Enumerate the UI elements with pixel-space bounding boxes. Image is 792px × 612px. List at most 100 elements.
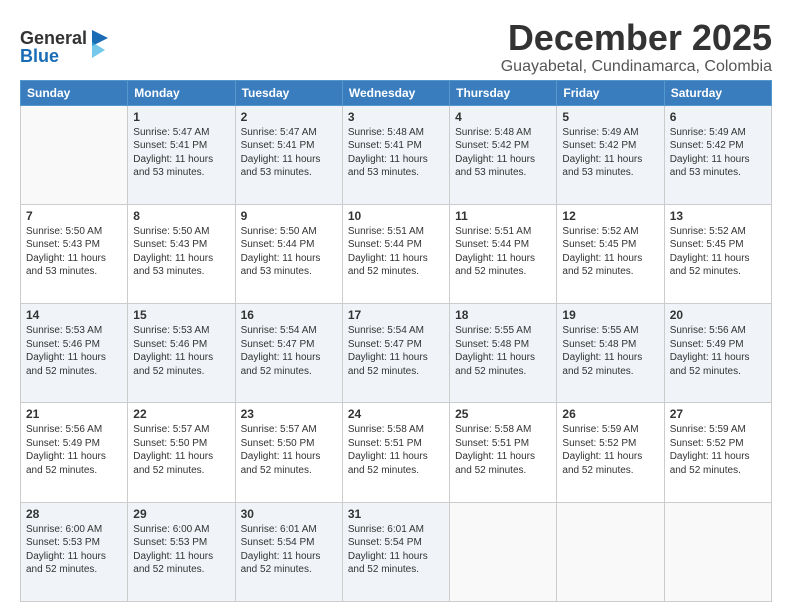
day-info: Sunrise: 5:52 AM Sunset: 5:45 PM Dayligh…	[670, 225, 766, 279]
svg-text:General: General	[20, 28, 87, 48]
day-number: 6	[670, 110, 766, 124]
day-number: 21	[26, 407, 122, 421]
day-number: 4	[455, 110, 551, 124]
table-row: 3Sunrise: 5:48 AM Sunset: 5:41 PM Daylig…	[342, 105, 449, 204]
day-number: 27	[670, 407, 766, 421]
table-row: 31 Sunrise: 6:01 AM Sunset: 5:54 PM Dayli…	[342, 502, 449, 601]
day-number: 7	[26, 209, 122, 223]
table-row	[557, 502, 664, 601]
col-saturday: Saturday	[664, 80, 771, 105]
day-info: Sunrise: 5:55 AM Sunset: 5:48 PM Dayligh…	[455, 324, 551, 378]
day-info: Sunrise: 5:50 AM Sunset: 5:43 PM Dayligh…	[26, 225, 122, 279]
table-row: 9 Sunrise: 5:50 AM Sunset: 5:44 PM Daylig…	[235, 204, 342, 303]
day-number: 29	[133, 507, 229, 521]
day-info: Sunrise: 5:58 AM Sunset: 5:51 PM Dayligh…	[348, 423, 444, 477]
table-row: 27 Sunrise: 5:59 AM Sunset: 5:52 PM Dayli…	[664, 403, 771, 502]
day-info: Sunrise: 5:54 AM Sunset: 5:47 PM Dayligh…	[348, 324, 444, 378]
day-info: Sunrise: 5:53 AM Sunset: 5:46 PM Dayligh…	[26, 324, 122, 378]
day-number: 24	[348, 407, 444, 421]
title-block: December 2025 Guayabetal, Cundinamarca, …	[501, 18, 772, 76]
table-row: 17 Sunrise: 5:54 AM Sunset: 5:47 PM Dayli…	[342, 304, 449, 403]
day-number: 20	[670, 308, 766, 322]
table-row: 4Sunrise: 5:48 AM Sunset: 5:42 PM Daylig…	[450, 105, 557, 204]
day-info: Sunrise: 6:01 AM Sunset: 5:54 PM Dayligh…	[348, 523, 444, 577]
day-number: 22	[133, 407, 229, 421]
table-row: 1Sunrise: 5:47 AM Sunset: 5:41 PM Daylig…	[128, 105, 235, 204]
day-number: 17	[348, 308, 444, 322]
day-number: 11	[455, 209, 551, 223]
day-info: Sunrise: 5:56 AM Sunset: 5:49 PM Dayligh…	[670, 324, 766, 378]
day-number: 30	[241, 507, 337, 521]
day-number: 14	[26, 308, 122, 322]
table-row: 28 Sunrise: 6:00 AM Sunset: 5:53 PM Dayli…	[21, 502, 128, 601]
day-number: 23	[241, 407, 337, 421]
col-sunday: Sunday	[21, 80, 128, 105]
table-row: 11 Sunrise: 5:51 AM Sunset: 5:44 PM Dayli…	[450, 204, 557, 303]
table-row: 29Sunrise: 6:00 AM Sunset: 5:53 PM Dayli…	[128, 502, 235, 601]
day-info: Sunrise: 6:00 AM Sunset: 5:53 PM Dayligh…	[26, 523, 122, 577]
col-monday: Monday	[128, 80, 235, 105]
day-info: Sunrise: 5:50 AM Sunset: 5:44 PM Dayligh…	[241, 225, 337, 279]
day-info: Sunrise: 5:57 AM Sunset: 5:50 PM Dayligh…	[241, 423, 337, 477]
calendar-week-5: 28 Sunrise: 6:00 AM Sunset: 5:53 PM Dayli…	[21, 502, 772, 601]
calendar-table: Sunday Monday Tuesday Wednesday Thursday…	[20, 80, 772, 602]
calendar-week-2: 7 Sunrise: 5:50 AM Sunset: 5:43 PM Daylig…	[21, 204, 772, 303]
table-row: 18 Sunrise: 5:55 AM Sunset: 5:48 PM Dayli…	[450, 304, 557, 403]
location-title: Guayabetal, Cundinamarca, Colombia	[501, 58, 772, 76]
table-row: 14 Sunrise: 5:53 AM Sunset: 5:46 PM Dayli…	[21, 304, 128, 403]
table-row: 20 Sunrise: 5:56 AM Sunset: 5:49 PM Dayli…	[664, 304, 771, 403]
table-row: 16Sunrise: 5:54 AM Sunset: 5:47 PM Dayli…	[235, 304, 342, 403]
day-info: Sunrise: 5:49 AM Sunset: 5:42 PM Dayligh…	[670, 126, 766, 180]
table-row: 5 Sunrise: 5:49 AM Sunset: 5:42 PM Daylig…	[557, 105, 664, 204]
table-row: 21 Sunrise: 5:56 AM Sunset: 5:49 PM Dayli…	[21, 403, 128, 502]
day-number: 13	[670, 209, 766, 223]
day-info: Sunrise: 5:52 AM Sunset: 5:45 PM Dayligh…	[562, 225, 658, 279]
svg-text:Blue: Blue	[20, 46, 59, 66]
table-row: 15Sunrise: 5:53 AM Sunset: 5:46 PM Dayli…	[128, 304, 235, 403]
day-number: 31	[348, 507, 444, 521]
col-thursday: Thursday	[450, 80, 557, 105]
calendar-week-1: 1Sunrise: 5:47 AM Sunset: 5:41 PM Daylig…	[21, 105, 772, 204]
day-info: Sunrise: 5:49 AM Sunset: 5:42 PM Dayligh…	[562, 126, 658, 180]
day-info: Sunrise: 5:51 AM Sunset: 5:44 PM Dayligh…	[455, 225, 551, 279]
calendar-week-4: 21 Sunrise: 5:56 AM Sunset: 5:49 PM Dayli…	[21, 403, 772, 502]
table-row: 25Sunrise: 5:58 AM Sunset: 5:51 PM Dayli…	[450, 403, 557, 502]
day-info: Sunrise: 5:57 AM Sunset: 5:50 PM Dayligh…	[133, 423, 229, 477]
day-info: Sunrise: 5:59 AM Sunset: 5:52 PM Dayligh…	[670, 423, 766, 477]
day-number: 25	[455, 407, 551, 421]
logo: General Blue	[20, 22, 110, 72]
table-row	[664, 502, 771, 601]
table-row: 8Sunrise: 5:50 AM Sunset: 5:43 PM Daylig…	[128, 204, 235, 303]
table-row	[450, 502, 557, 601]
day-info: Sunrise: 6:01 AM Sunset: 5:54 PM Dayligh…	[241, 523, 337, 577]
page: General Blue December 2025 Guayabetal, C…	[0, 0, 792, 612]
table-row	[21, 105, 128, 204]
table-row: 22 Sunrise: 5:57 AM Sunset: 5:50 PM Dayli…	[128, 403, 235, 502]
day-info: Sunrise: 5:48 AM Sunset: 5:41 PM Dayligh…	[348, 126, 444, 180]
day-number: 26	[562, 407, 658, 421]
day-info: Sunrise: 5:51 AM Sunset: 5:44 PM Dayligh…	[348, 225, 444, 279]
col-friday: Friday	[557, 80, 664, 105]
table-row: 7 Sunrise: 5:50 AM Sunset: 5:43 PM Daylig…	[21, 204, 128, 303]
table-row: 26 Sunrise: 5:59 AM Sunset: 5:52 PM Dayli…	[557, 403, 664, 502]
table-row: 19Sunrise: 5:55 AM Sunset: 5:48 PM Dayli…	[557, 304, 664, 403]
col-tuesday: Tuesday	[235, 80, 342, 105]
logo-text: General Blue	[20, 22, 110, 72]
day-number: 12	[562, 209, 658, 223]
day-number: 5	[562, 110, 658, 124]
day-number: 28	[26, 507, 122, 521]
table-row: 10Sunrise: 5:51 AM Sunset: 5:44 PM Dayli…	[342, 204, 449, 303]
day-number: 16	[241, 308, 337, 322]
day-info: Sunrise: 5:59 AM Sunset: 5:52 PM Dayligh…	[562, 423, 658, 477]
day-number: 18	[455, 308, 551, 322]
header: General Blue December 2025 Guayabetal, C…	[20, 18, 772, 76]
col-wednesday: Wednesday	[342, 80, 449, 105]
table-row: 23 Sunrise: 5:57 AM Sunset: 5:50 PM Dayli…	[235, 403, 342, 502]
day-number: 9	[241, 209, 337, 223]
day-info: Sunrise: 5:56 AM Sunset: 5:49 PM Dayligh…	[26, 423, 122, 477]
table-row: 13 Sunrise: 5:52 AM Sunset: 5:45 PM Dayli…	[664, 204, 771, 303]
header-row: Sunday Monday Tuesday Wednesday Thursday…	[21, 80, 772, 105]
day-number: 15	[133, 308, 229, 322]
day-number: 8	[133, 209, 229, 223]
table-row: 24 Sunrise: 5:58 AM Sunset: 5:51 PM Dayli…	[342, 403, 449, 502]
